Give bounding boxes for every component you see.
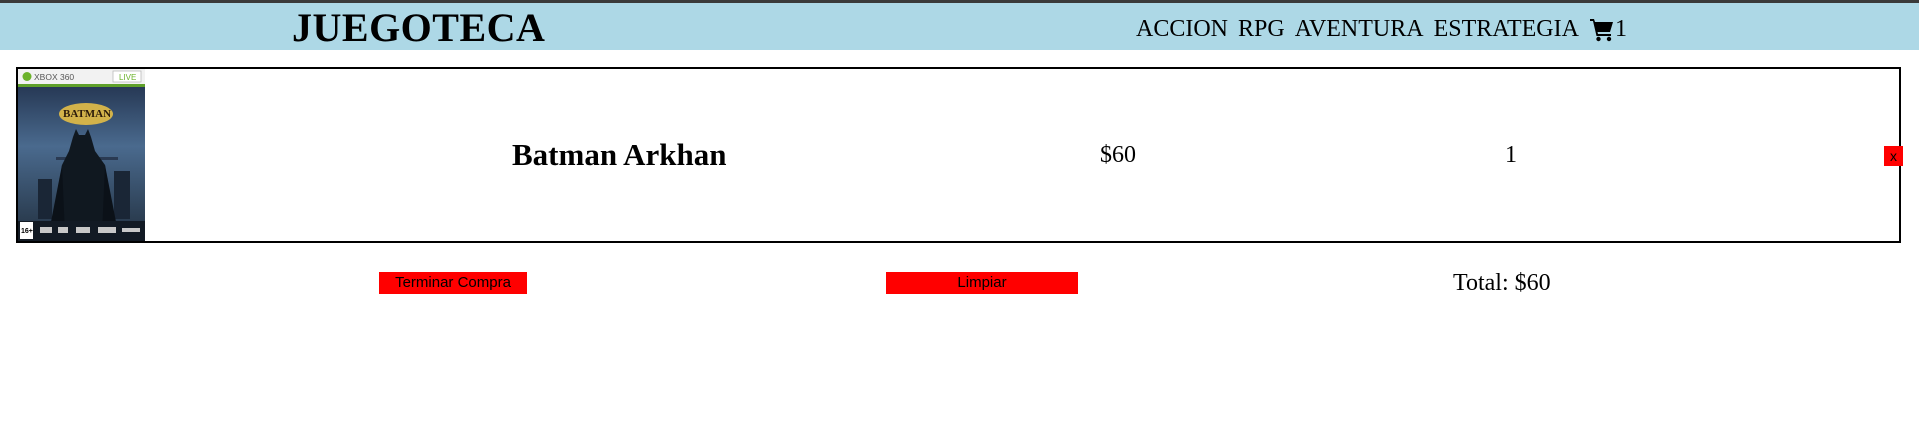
item-price: $60 (1100, 141, 1136, 168)
item-name: Batman Arkhan (512, 137, 727, 172)
cart-link[interactable]: 1 (1589, 16, 1627, 43)
nav-links: ACCION RPG AVENTURA ESTRATEGIA 1 (1136, 12, 1627, 46)
item-quantity: 1 (1505, 141, 1517, 168)
nav-link-estrategia[interactable]: ESTRATEGIA (1434, 16, 1579, 43)
cart-count: 1 (1614, 15, 1627, 42)
cart-item-row: XBOX 360 LIVE BATMAN 16+ Batman Arkhan $… (16, 67, 1903, 243)
finish-purchase-button[interactable]: Terminar Compra (379, 272, 527, 294)
nav-link-accion[interactable]: ACCION (1136, 16, 1228, 43)
remove-item-button[interactable]: x (1884, 146, 1903, 166)
cover-rating: 16+ (21, 228, 33, 235)
brand-title[interactable]: JUEGOTECA (292, 6, 545, 50)
cover-platform-label: XBOX 360 (34, 72, 74, 82)
cart-total: Total: $60 (1453, 270, 1551, 296)
cover-live-label: LIVE (119, 73, 136, 82)
cover-title-art: BATMAN (63, 108, 111, 120)
nav-link-rpg[interactable]: RPG (1238, 16, 1285, 43)
nav-link-aventura[interactable]: AVENTURA (1295, 16, 1424, 43)
shopping-cart-icon (1589, 19, 1613, 42)
clear-cart-button[interactable]: Limpiar (886, 272, 1078, 294)
game-cover-image: XBOX 360 LIVE BATMAN 16+ (18, 69, 145, 241)
navbar: JUEGOTECA ACCION RPG AVENTURA ESTRATEGIA… (0, 3, 1919, 50)
